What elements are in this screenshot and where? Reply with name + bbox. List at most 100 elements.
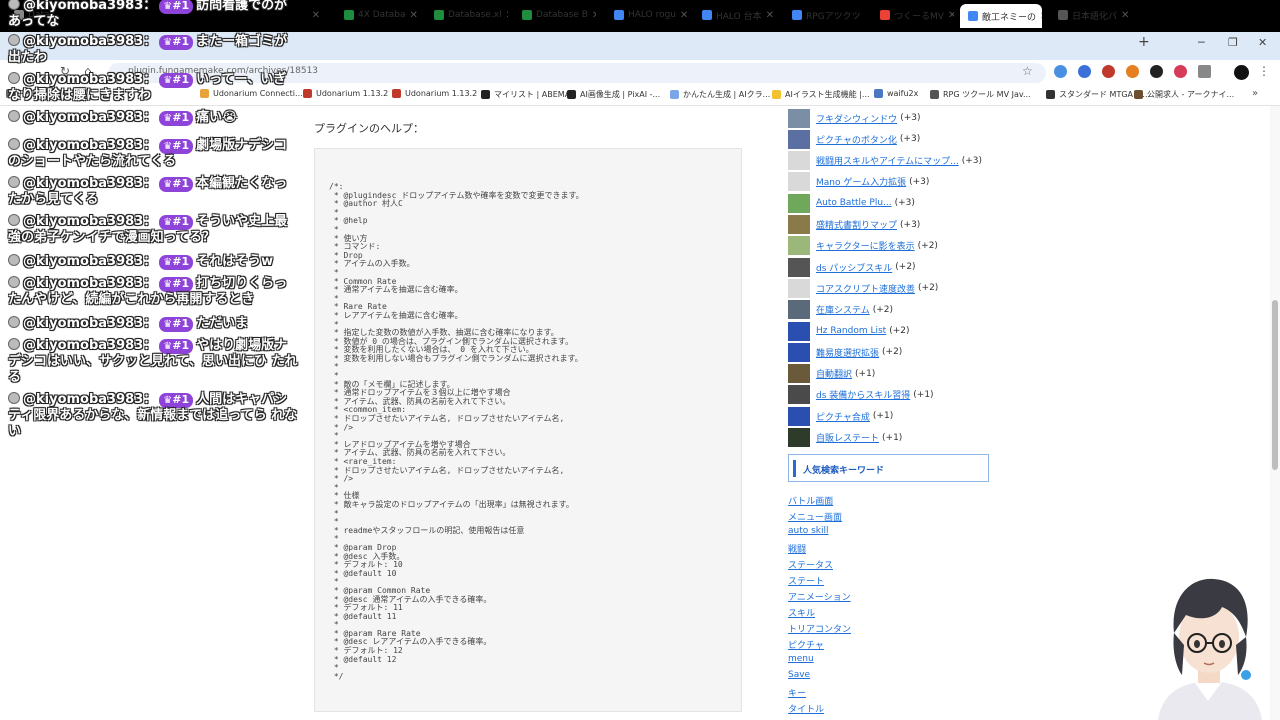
ranking-thumbnail[interactable]: [788, 406, 810, 426]
ranking-link[interactable]: ピクチャ合成: [816, 410, 870, 423]
ranking-link[interactable]: ピクチャのボタン化: [816, 133, 897, 146]
ranking-thumbnail[interactable]: [788, 342, 810, 362]
tab-close-icon[interactable]: ✕: [861, 10, 866, 21]
browser-tab[interactable]: HALO 台本 ✕: [694, 4, 776, 26]
ranking-item[interactable]: Mano ゲーム入力拡張 (+3): [788, 172, 1018, 192]
ranking-item[interactable]: 自販レステート (+1): [788, 428, 1018, 448]
ranking-thumbnail[interactable]: [788, 215, 810, 234]
ranking-item[interactable]: 難易度選択拡張 (+2): [788, 342, 1018, 362]
keyword-link[interactable]: キー: [788, 686, 806, 699]
ranking-item[interactable]: 戦闘用スキルやアイテムにマップ... (+3): [788, 151, 1018, 171]
keyword-link[interactable]: バトル画面: [788, 494, 833, 507]
ranking-item[interactable]: 自動翻訳 (+1): [788, 364, 1018, 384]
more-bookmarks-icon[interactable]: »: [1252, 88, 1258, 99]
close-window-icon[interactable]: ✕: [1258, 36, 1267, 49]
bookmark-item[interactable]: マイリスト | ABEMA: [481, 89, 570, 100]
extension-icon[interactable]: [1126, 65, 1139, 78]
ranking-thumbnail[interactable]: [788, 193, 810, 213]
new-tab-button[interactable]: +: [1138, 34, 1150, 50]
ranking-item[interactable]: ピクチャのボタン化 (+3): [788, 129, 1018, 149]
browser-tab[interactable]: 日本語化パ ✕: [1050, 4, 1132, 26]
browser-tab[interactable]: 4X Databa ✕: [336, 4, 418, 26]
tab-close-icon[interactable]: ✕: [502, 10, 508, 21]
bookmark-item[interactable]: RPG ツクール MV Jav...: [930, 89, 1031, 100]
keyword-link[interactable]: 戦闘: [788, 542, 806, 555]
keyword-link[interactable]: タイトル: [788, 702, 824, 715]
ranking-link[interactable]: 盛精式書割りマップ: [816, 218, 897, 231]
scrollbar-thumb[interactable]: [1272, 300, 1278, 470]
keyword-link[interactable]: menu: [788, 654, 814, 664]
ranking-link[interactable]: 戦闘用スキルやアイテムにマップ...: [816, 154, 959, 167]
ranking-link[interactable]: 自動翻訳: [816, 367, 852, 380]
ranking-thumbnail[interactable]: [788, 236, 810, 256]
ranking-thumbnail[interactable]: [788, 278, 810, 298]
extension-icon[interactable]: [1054, 65, 1067, 78]
extension-icon[interactable]: [1174, 65, 1187, 78]
keyword-link[interactable]: アニメーション: [788, 590, 851, 603]
ranking-item[interactable]: ds パッシブスキル (+2): [788, 257, 1018, 277]
ranking-link[interactable]: 難易度選択拡張: [816, 346, 879, 359]
ranking-link[interactable]: 自販レステート: [816, 431, 879, 444]
bookmark-star-icon[interactable]: ☆: [1022, 64, 1033, 78]
ranking-item[interactable]: ds 装備からスキル習得 (+1): [788, 385, 1018, 405]
ranking-thumbnail[interactable]: [788, 385, 810, 405]
extension-icon[interactable]: [1150, 65, 1163, 78]
ranking-link[interactable]: フキダシウィンドウ: [816, 112, 897, 125]
bookmark-item[interactable]: Udonarium 1.13.2: [392, 89, 477, 98]
tab-close-icon[interactable]: ✕: [405, 10, 417, 21]
keyword-link[interactable]: トリアコンタン: [788, 622, 851, 635]
ranking-link[interactable]: Mano ゲーム入力拡張: [816, 175, 906, 188]
keyword-link[interactable]: ピクチャ: [788, 638, 824, 651]
ranking-link[interactable]: ds パッシブスキル: [816, 261, 892, 274]
bookmark-item[interactable]: Udonarium 1.13.2: [303, 89, 388, 98]
ranking-thumbnail[interactable]: [788, 300, 810, 320]
keyword-link[interactable]: ステート: [788, 574, 824, 587]
tab-close-icon[interactable]: ✕: [676, 10, 688, 21]
ranking-link[interactable]: Auto Battle Plu...: [816, 198, 892, 208]
ranking-item[interactable]: キャラクターに影を表示 (+2): [788, 236, 1018, 256]
tab-close-icon[interactable]: ✕: [588, 10, 596, 21]
bookmark-item[interactable]: AI画像生成 | PixAI -...: [567, 89, 660, 100]
ranking-item[interactable]: ピクチャ合成 (+1): [788, 406, 1018, 426]
browser-tab[interactable]: RPGアツクツ✕: [784, 4, 866, 26]
ranking-link[interactable]: ds 装備からスキル習得: [816, 388, 910, 401]
ranking-item[interactable]: Auto Battle Plu... (+3): [788, 193, 1018, 213]
tab-close-icon[interactable]: ✕: [762, 10, 774, 21]
bookmark-item[interactable]: 公開求人 - アークナイ...: [1134, 89, 1234, 100]
ranking-link[interactable]: 在庫システム: [816, 303, 870, 316]
keyword-link[interactable]: メニュー画面: [788, 510, 842, 523]
ranking-link[interactable]: コアスクリプト速度改善: [816, 282, 915, 295]
bookmark-item[interactable]: waifu2x: [874, 89, 918, 98]
browser-tab[interactable]: HALO rogu ✕: [606, 4, 688, 26]
browser-tab[interactable]: Database.xl✕: [426, 4, 508, 26]
ranking-item[interactable]: 在庫システム (+2): [788, 300, 1018, 320]
ranking-thumbnail[interactable]: [788, 172, 810, 192]
ranking-link[interactable]: キャラクターに影を表示: [816, 239, 915, 252]
ranking-thumbnail[interactable]: [788, 108, 810, 128]
tab-close-icon[interactable]: ✕: [1117, 10, 1129, 21]
browser-tab[interactable]: 敵工ネミーの✕: [960, 4, 1042, 28]
bookmark-item[interactable]: かんたん生成 | AIクラ...: [670, 89, 770, 100]
browser-tab[interactable]: Database B✕: [514, 4, 596, 26]
ranking-thumbnail[interactable]: [788, 364, 810, 384]
profile-avatar-icon[interactable]: [1234, 65, 1249, 80]
tab-close-icon[interactable]: ✕: [1036, 11, 1042, 22]
keyword-link[interactable]: Save: [788, 670, 810, 680]
ranking-item[interactable]: コアスクリプト速度改善 (+2): [788, 278, 1018, 298]
tab-close-icon[interactable]: ✕: [308, 10, 320, 21]
extension-icon[interactable]: [1078, 65, 1091, 78]
browser-tab[interactable]: つくーるMV ✕: [872, 4, 954, 26]
keyword-link[interactable]: ステータス: [788, 558, 833, 571]
ranking-item[interactable]: Hz Random List (+2): [788, 321, 1018, 341]
extensions-puzzle-icon[interactable]: [1198, 65, 1211, 78]
keyword-link[interactable]: auto skill: [788, 526, 829, 536]
ranking-thumbnail[interactable]: [788, 257, 810, 277]
ranking-thumbnail[interactable]: [788, 129, 810, 149]
ranking-item[interactable]: フキダシウィンドウ (+3): [788, 108, 1018, 128]
keyword-link[interactable]: スキル: [788, 606, 815, 619]
ranking-thumbnail[interactable]: [788, 151, 810, 171]
maximize-icon[interactable]: ❐: [1228, 36, 1238, 49]
tab-close-icon[interactable]: ✕: [944, 10, 954, 21]
ranking-item[interactable]: 盛精式書割りマップ (+3): [788, 215, 1018, 235]
minimize-icon[interactable]: ─: [1198, 36, 1205, 49]
